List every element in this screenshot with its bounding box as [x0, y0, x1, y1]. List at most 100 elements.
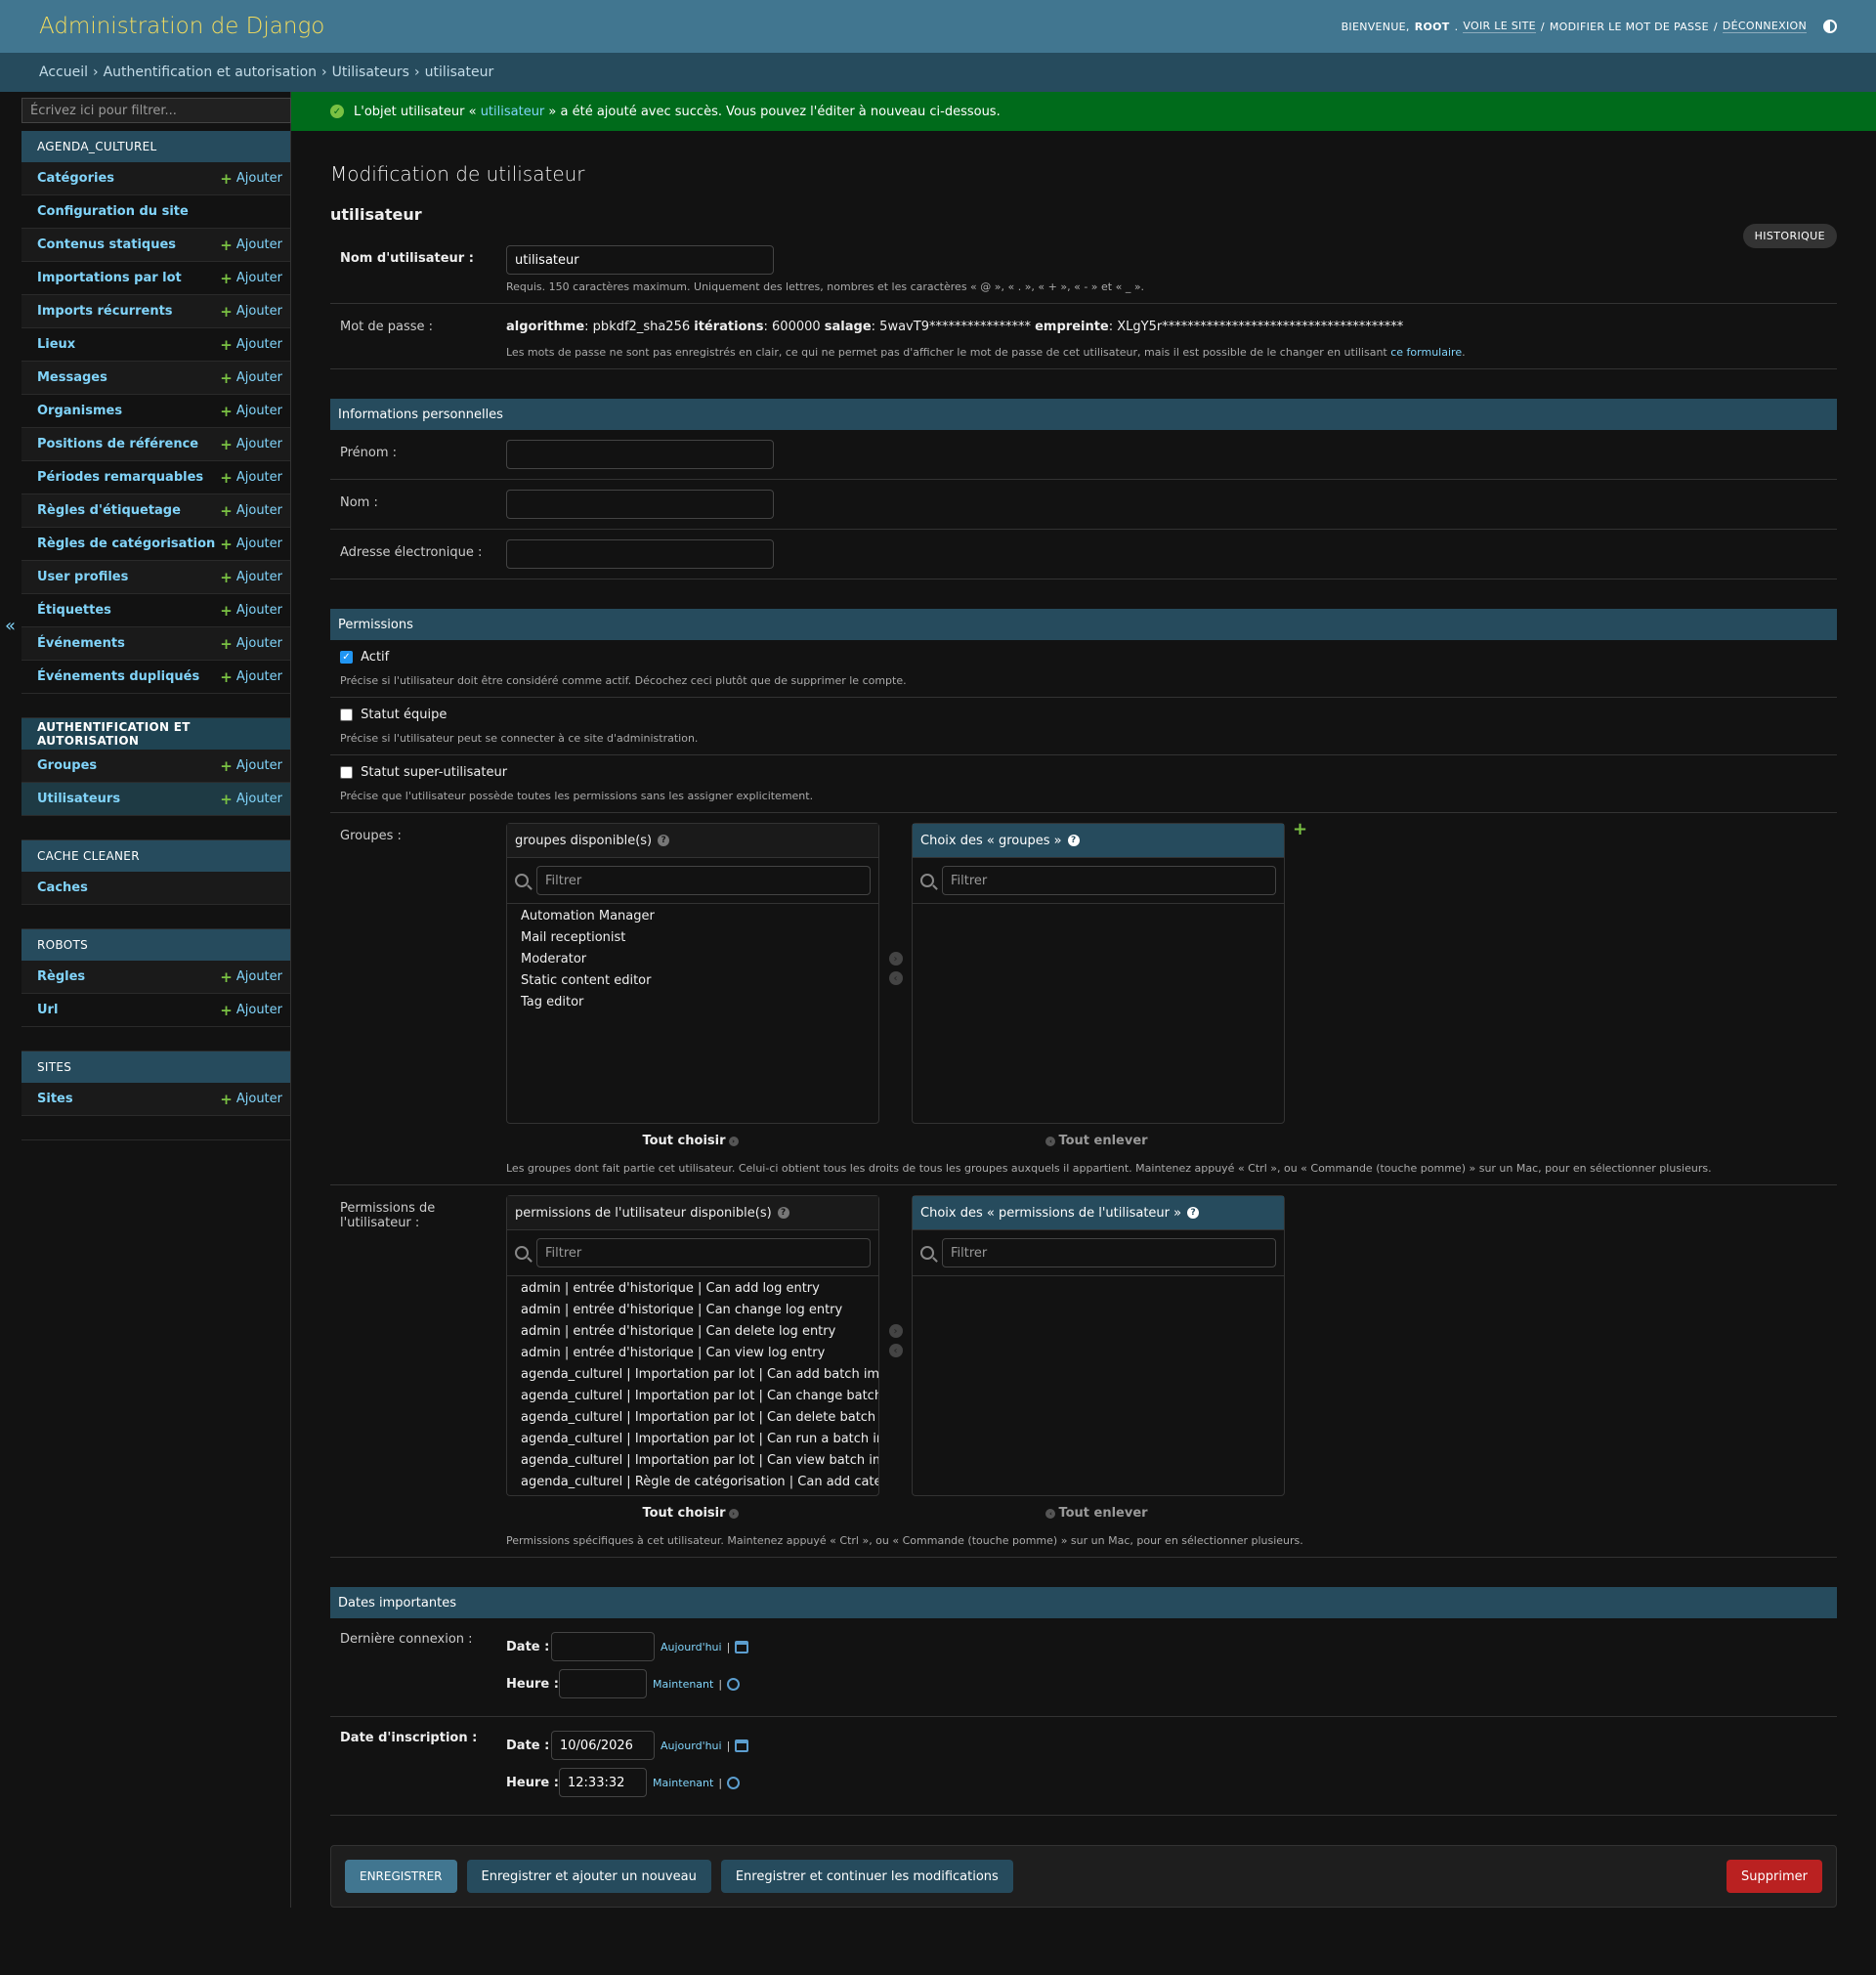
- select-option[interactable]: Automation Manager: [507, 906, 878, 927]
- sidebar-item[interactable]: Contenus statiques + Ajouter: [21, 229, 290, 262]
- select-option[interactable]: Mail receptionist: [507, 927, 878, 949]
- save-button[interactable]: Enregistrer: [345, 1860, 457, 1893]
- sidebar-item[interactable]: Événements + Ajouter: [21, 627, 290, 661]
- permissions-chosen-list[interactable]: [913, 1276, 1284, 1495]
- sidebar-item[interactable]: Catégories + Ajouter: [21, 162, 290, 195]
- permissions-filter-input[interactable]: Filtrer: [536, 1238, 871, 1267]
- sidebar-add-link[interactable]: + Ajouter: [220, 469, 282, 487]
- sidebar-item-label[interactable]: Règles: [37, 969, 85, 984]
- breadcrumb-app[interactable]: Authentification et autorisation: [104, 64, 317, 80]
- sidebar-item-label[interactable]: Messages: [37, 370, 107, 385]
- sidebar-item-label[interactable]: Étiquettes: [37, 603, 111, 618]
- sidebar-item[interactable]: Configuration du site: [21, 195, 290, 229]
- sidebar-item[interactable]: Url + Ajouter: [21, 994, 290, 1027]
- delete-button[interactable]: Supprimer: [1727, 1860, 1822, 1893]
- now-link[interactable]: Maintenant: [653, 1678, 713, 1691]
- sidebar-item-label[interactable]: Règles d'étiquetage: [37, 503, 181, 518]
- sidebar-item-label[interactable]: Importations par lot: [37, 271, 182, 285]
- sidebar-item-label[interactable]: Imports récurrents: [37, 304, 173, 319]
- permissions-available-list[interactable]: admin | entrée d'historique | Can add lo…: [507, 1276, 878, 1495]
- sidebar-item-label[interactable]: Événements: [37, 636, 125, 651]
- date-joined-date-input[interactable]: 10/06/2026: [551, 1731, 655, 1760]
- select-option[interactable]: admin | entrée d'historique | Can view l…: [507, 1343, 878, 1364]
- site-branding[interactable]: Administration de Django: [39, 14, 324, 39]
- move-right-icon[interactable]: ›: [888, 1324, 903, 1338]
- breadcrumb-home[interactable]: Accueil: [39, 64, 88, 80]
- groups-chosen-filter-input[interactable]: Filtrer: [942, 866, 1276, 895]
- change-password-link[interactable]: Modifier le mot de passe: [1550, 21, 1709, 33]
- select-option[interactable]: agenda_culturel | Importation par lot | …: [507, 1364, 878, 1386]
- sidebar-app-caption[interactable]: SITES: [21, 1052, 290, 1083]
- sidebar-add-link[interactable]: + Ajouter: [220, 635, 282, 653]
- sidebar-item[interactable]: Sites + Ajouter: [21, 1083, 290, 1116]
- first-name-input[interactable]: [506, 440, 774, 469]
- calendar-icon[interactable]: [735, 1640, 749, 1653]
- sidebar-item[interactable]: Messages + Ajouter: [21, 362, 290, 395]
- sidebar-item[interactable]: Événements dupliqués + Ajouter: [21, 661, 290, 694]
- sidebar-add-link[interactable]: + Ajouter: [220, 170, 282, 188]
- select-option[interactable]: admin | entrée d'historique | Can add lo…: [507, 1278, 878, 1300]
- sidebar-item[interactable]: Périodes remarquables + Ajouter: [21, 461, 290, 494]
- sidebar-item-label[interactable]: Contenus statiques: [37, 237, 176, 252]
- select-option[interactable]: Tag editor: [507, 992, 878, 1013]
- logout-link[interactable]: Déconnexion: [1722, 20, 1807, 33]
- last-name-input[interactable]: [506, 490, 774, 519]
- select-option[interactable]: admin | entrée d'historique | Can change…: [507, 1300, 878, 1321]
- sidebar-add-link[interactable]: + Ajouter: [220, 1002, 282, 1019]
- active-checkbox[interactable]: ✓: [340, 651, 353, 664]
- sidebar-app-caption[interactable]: CACHE CLEANER: [21, 840, 290, 872]
- sidebar-item[interactable]: Positions de référence + Ajouter: [21, 428, 290, 461]
- move-right-icon[interactable]: ›: [888, 952, 903, 966]
- sidebar-filter-input[interactable]: Écrivez ici pour filtrer...: [21, 98, 291, 123]
- last-login-time-input[interactable]: [559, 1669, 647, 1698]
- select-option[interactable]: agenda_culturel | Importation par lot | …: [507, 1429, 878, 1450]
- sidebar-item[interactable]: Règles de catégorisation + Ajouter: [21, 528, 290, 561]
- sidebar-item-label[interactable]: Catégories: [37, 171, 114, 186]
- sidebar-add-link[interactable]: + Ajouter: [220, 757, 282, 775]
- sidebar-item-label[interactable]: Événements dupliqués: [37, 669, 199, 684]
- sidebar-item-label[interactable]: Url: [37, 1003, 58, 1017]
- superuser-checkbox[interactable]: [340, 766, 353, 779]
- clock-icon[interactable]: [727, 1677, 741, 1691]
- history-button[interactable]: HISTORIQUE: [1742, 224, 1837, 248]
- now-link[interactable]: Maintenant: [653, 1777, 713, 1789]
- sidebar-app-caption[interactable]: AGENDA_CULTUREL: [21, 131, 290, 162]
- groups-choose-all[interactable]: Tout choisir ›: [506, 1134, 877, 1148]
- sidebar-add-link[interactable]: + Ajouter: [220, 791, 282, 808]
- permissions-choose-all[interactable]: Tout choisir ›: [506, 1506, 877, 1521]
- move-left-icon[interactable]: ‹: [888, 971, 903, 985]
- sidebar-add-link[interactable]: + Ajouter: [220, 369, 282, 387]
- select-option[interactable]: agenda_culturel | Importation par lot | …: [507, 1450, 878, 1472]
- sidebar-add-link[interactable]: + Ajouter: [220, 1091, 282, 1108]
- sidebar-item-label[interactable]: Positions de référence: [37, 437, 198, 451]
- sidebar-item-label[interactable]: Sites: [37, 1092, 73, 1106]
- permissions-remove-all[interactable]: ‹ Tout enlever: [910, 1506, 1281, 1521]
- groups-filter-input[interactable]: Filtrer: [536, 866, 871, 895]
- sidebar-item[interactable]: User profiles + Ajouter: [21, 561, 290, 594]
- sidebar-item[interactable]: Groupes + Ajouter: [21, 750, 290, 783]
- last-login-date-input[interactable]: [551, 1632, 655, 1661]
- sidebar-add-link[interactable]: + Ajouter: [220, 336, 282, 354]
- sidebar-item[interactable]: Lieux + Ajouter: [21, 328, 290, 362]
- password-form-link[interactable]: ce formulaire: [1390, 346, 1462, 359]
- sidebar-item[interactable]: Caches: [21, 872, 290, 905]
- select-option[interactable]: admin | entrée d'historique | Can delete…: [507, 1321, 878, 1343]
- sidebar-add-link[interactable]: + Ajouter: [220, 602, 282, 620]
- sidebar-add-link[interactable]: + Ajouter: [220, 668, 282, 686]
- theme-toggle-icon[interactable]: [1823, 20, 1837, 33]
- sidebar-item[interactable]: Imports récurrents + Ajouter: [21, 295, 290, 328]
- sidebar-item[interactable]: Étiquettes + Ajouter: [21, 594, 290, 627]
- breadcrumb-model[interactable]: Utilisateurs: [332, 64, 409, 80]
- move-left-icon[interactable]: ‹: [888, 1344, 903, 1357]
- groups-remove-all[interactable]: ‹ Tout enlever: [910, 1134, 1281, 1148]
- email-field[interactable]: [506, 539, 774, 569]
- sidebar-add-link[interactable]: + Ajouter: [220, 502, 282, 520]
- select-option[interactable]: Static content editor: [507, 970, 878, 992]
- sidebar-item-label[interactable]: Groupes: [37, 758, 97, 773]
- sidebar-add-link[interactable]: + Ajouter: [220, 436, 282, 453]
- sidebar-add-link[interactable]: + Ajouter: [220, 968, 282, 986]
- save-and-add-button[interactable]: Enregistrer et ajouter un nouveau: [466, 1860, 711, 1893]
- sidebar-add-link[interactable]: + Ajouter: [220, 270, 282, 287]
- view-site-link[interactable]: Voir le site: [1463, 20, 1536, 33]
- sidebar-app-caption[interactable]: AUTHENTIFICATION ET AUTORISATION: [21, 718, 290, 750]
